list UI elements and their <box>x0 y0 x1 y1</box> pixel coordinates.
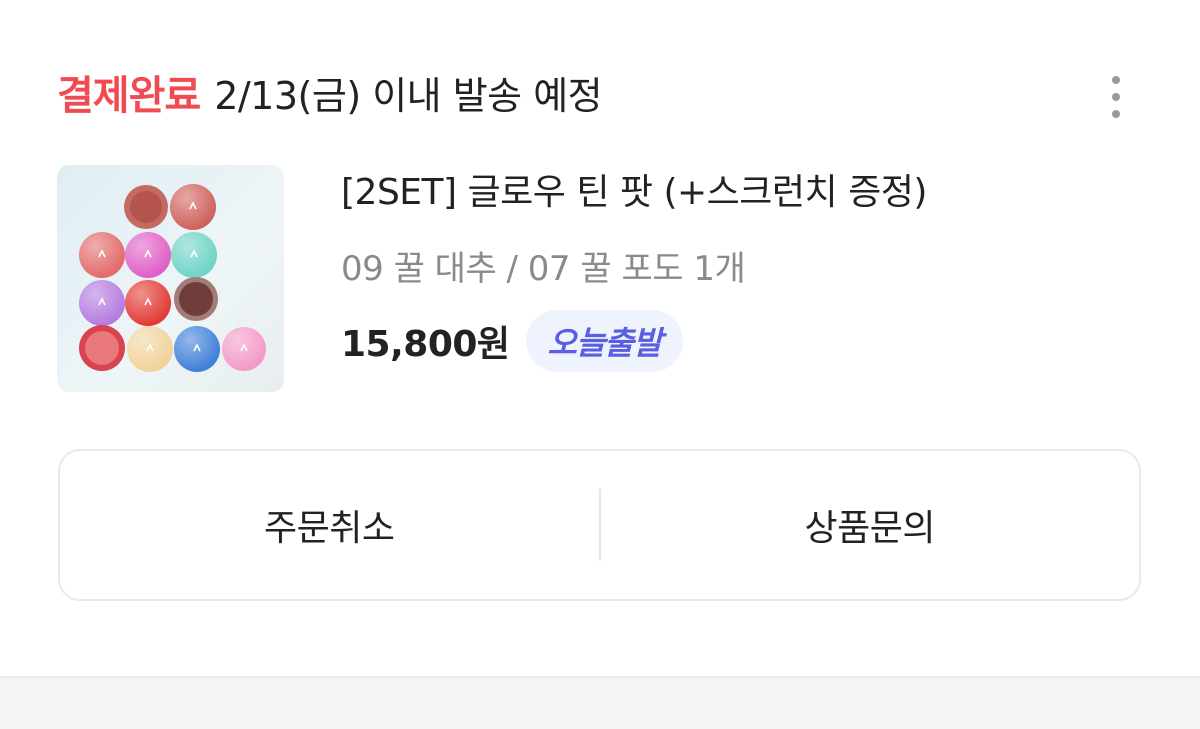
product-title[interactable]: [2SET] 글로우 틴 팟 (+스크런치 증정) <box>341 165 1140 221</box>
product-option: 09 꿀 대추 / 07 꿀 포도 1개 <box>341 249 746 289</box>
product-image-icon <box>79 184 266 372</box>
more-dot-icon <box>1112 110 1120 118</box>
product-info: [2SET] 글로우 틴 팟 (+스크런치 증정) 09 꿀 대추 / 07 꿀… <box>341 165 1140 372</box>
shipping-note: 2/13(금) 이내 발송 예정 <box>214 73 603 118</box>
more-dot-icon <box>1112 93 1120 101</box>
order-status: 결제완료 <box>57 73 201 119</box>
section-divider <box>0 676 1200 729</box>
product-price: 15,800원 <box>341 324 510 365</box>
product-inquiry-button[interactable]: 상품문의 <box>601 451 1140 599</box>
today-shipping-badge: 오늘출발 <box>525 310 684 372</box>
price-row: 15,800원 오늘출발 <box>341 310 1140 372</box>
order-actions: 주문취소 상품문의 <box>58 449 1141 601</box>
more-dot-icon <box>1112 76 1120 84</box>
more-options-button[interactable] <box>1092 68 1140 126</box>
order-header: 결제완료 2/13(금) 이내 발송 예정 <box>57 62 1140 122</box>
product-thumbnail[interactable] <box>57 165 284 392</box>
cancel-order-button[interactable]: 주문취소 <box>60 451 599 599</box>
